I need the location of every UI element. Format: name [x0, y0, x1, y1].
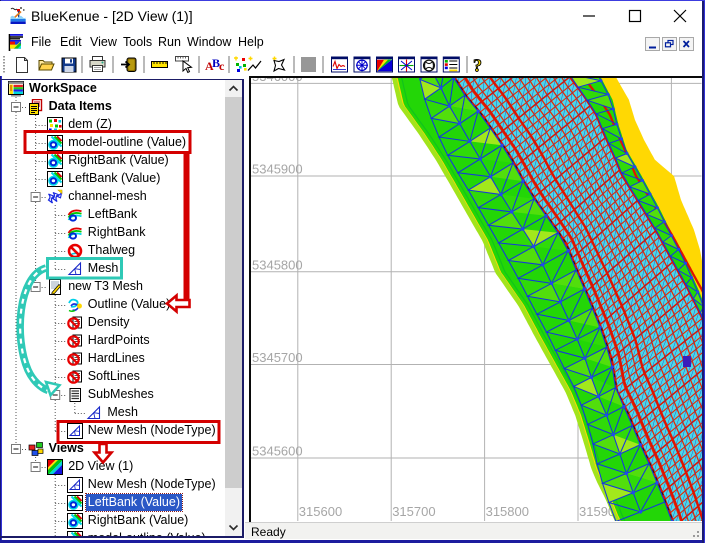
svg-text:5345700: 5345700	[252, 350, 303, 365]
svg-text:c: c	[219, 59, 225, 73]
svg-text:315800: 315800	[485, 504, 528, 519]
svg-text:315700: 315700	[392, 504, 435, 519]
svg-text:315600: 315600	[298, 504, 341, 519]
svg-text:5345600: 5345600	[252, 443, 303, 458]
svg-text:5345800: 5345800	[252, 257, 303, 272]
svg-text:5345900: 5345900	[252, 161, 303, 176]
svg-text:?: ?	[473, 56, 482, 76]
svg-text:5346000: 5346000	[252, 78, 303, 84]
